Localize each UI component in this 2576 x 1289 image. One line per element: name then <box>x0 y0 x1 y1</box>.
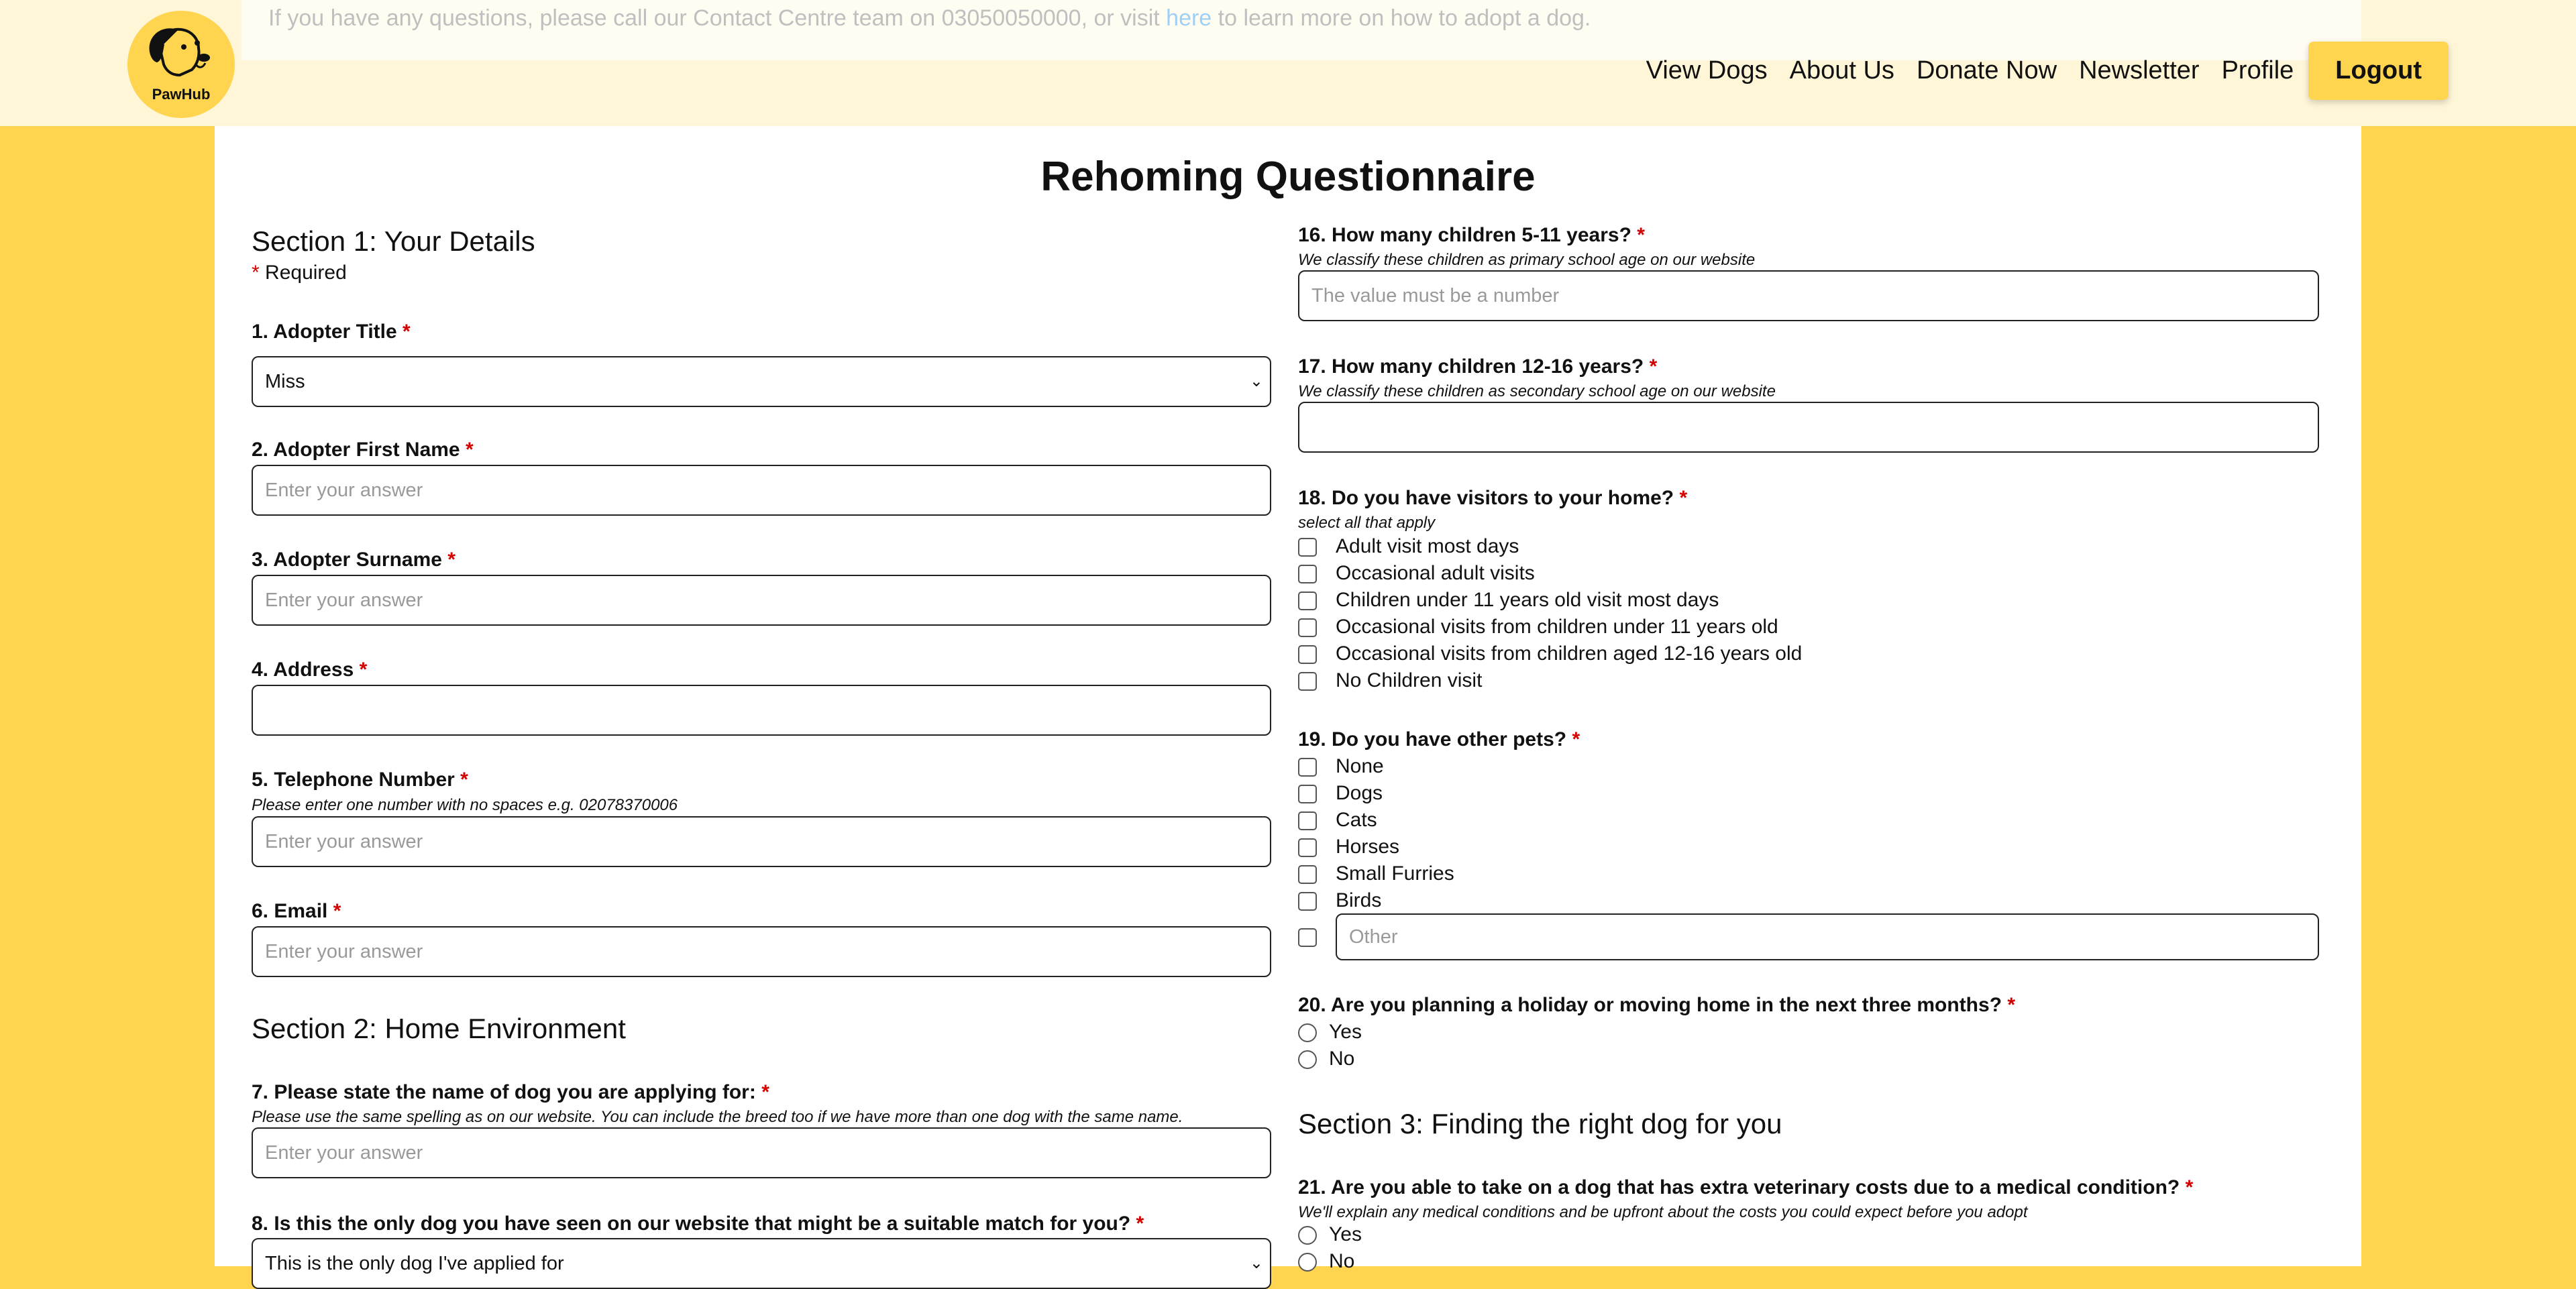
question-label: 2. Adopter First Name * <box>252 439 474 461</box>
checkbox[interactable] <box>1298 838 1317 857</box>
question-label: 3. Adopter Surname * <box>252 549 455 571</box>
radio-button[interactable] <box>1298 1023 1317 1042</box>
dog-logo-icon <box>149 27 210 77</box>
notice-link-here[interactable]: here <box>1166 5 1212 31</box>
children-12-16-input[interactable] <box>1298 402 2319 453</box>
question-label: 5. Telephone Number * <box>252 769 468 791</box>
pawhub-logo[interactable]: PawHub <box>127 11 235 118</box>
main-nav: View Dogs About Us Donate Now Newsletter… <box>1624 42 2449 100</box>
question-label: 6. Email * <box>252 900 341 922</box>
checkbox[interactable] <box>1298 592 1317 610</box>
other-pet-input[interactable]: Other <box>1336 913 2319 960</box>
question-hint: select all that apply <box>1298 514 1436 532</box>
radio-button[interactable] <box>1298 1253 1317 1272</box>
email-input[interactable]: Enter your answer <box>252 926 1271 977</box>
page-title: Rehoming Questionnaire <box>1040 154 1536 200</box>
question-label: 21. Are you able to take on a dog that h… <box>1298 1176 2194 1198</box>
checkbox[interactable] <box>1298 538 1317 557</box>
address-input[interactable] <box>252 685 1271 736</box>
only-dog-select[interactable]: This is the only dog I've applied for ⌄ <box>252 1238 1271 1289</box>
question-label: 16. How many children 5-11 years? * <box>1298 224 1645 246</box>
question-hint: Please use the same spelling as on our w… <box>252 1108 1183 1126</box>
notice-text: If you have any questions, please call o… <box>268 5 1591 31</box>
chevron-down-icon: ⌄ <box>1249 372 1263 390</box>
adopter-title-select[interactable]: Miss ⌄ <box>252 356 1271 407</box>
nav-newsletter[interactable]: Newsletter <box>2079 56 2200 85</box>
question-hint: We classify these children as secondary … <box>1298 382 1776 400</box>
question-hint: We classify these children as primary sc… <box>1298 251 1756 269</box>
surname-input[interactable]: Enter your answer <box>252 575 1271 626</box>
checkbox[interactable] <box>1298 672 1317 691</box>
nav-view-dogs[interactable]: View Dogs <box>1646 56 1768 85</box>
section-1-title: Section 1: Your Details <box>252 225 535 257</box>
question-hint: We'll explain any medical conditions and… <box>1298 1203 2028 1221</box>
section-3-title: Section 3: Finding the right dog for you <box>1298 1108 1782 1139</box>
dog-name-input[interactable]: Enter your answer <box>252 1127 1271 1178</box>
logout-button[interactable]: Logout <box>2308 42 2449 100</box>
chevron-down-icon: ⌄ <box>1249 1254 1263 1272</box>
checkbox[interactable] <box>1298 758 1317 777</box>
question-label: 17. How many children 12-16 years? * <box>1298 355 1658 378</box>
checkbox[interactable] <box>1298 892 1317 911</box>
section-2-title: Section 2: Home Environment <box>252 1013 626 1044</box>
nav-about-us[interactable]: About Us <box>1790 56 1894 85</box>
nav-profile[interactable]: Profile <box>2222 56 2294 85</box>
checkbox[interactable] <box>1298 928 1317 947</box>
radio-button[interactable] <box>1298 1050 1317 1069</box>
question-hint: Please enter one number with no spaces e… <box>252 796 678 814</box>
checkbox[interactable] <box>1298 785 1317 803</box>
children-5-11-input[interactable]: The value must be a number <box>1298 270 2319 321</box>
checkbox[interactable] <box>1298 811 1317 830</box>
question-label: 20. Are you planning a holiday or moving… <box>1298 994 2016 1016</box>
checkbox[interactable] <box>1298 865 1317 884</box>
checkbox[interactable] <box>1298 565 1317 583</box>
question-label: 4. Address * <box>252 659 368 681</box>
checkbox[interactable] <box>1298 618 1317 637</box>
question-label: 1. Adopter Title * <box>252 321 411 343</box>
checkbox[interactable] <box>1298 645 1317 664</box>
telephone-input[interactable]: Enter your answer <box>252 816 1271 867</box>
required-note: * Required <box>252 262 347 284</box>
logo-text: PawHub <box>152 86 211 103</box>
question-label: 19. Do you have other pets? * <box>1298 728 1580 750</box>
radio-button[interactable] <box>1298 1226 1317 1245</box>
question-label: 18. Do you have visitors to your home? * <box>1298 487 1688 509</box>
nav-donate-now[interactable]: Donate Now <box>1917 56 2057 85</box>
question-label: 7. Please state the name of dog you are … <box>252 1081 769 1103</box>
first-name-input[interactable]: Enter your answer <box>252 465 1271 516</box>
question-label: 8. Is this the only dog you have seen on… <box>252 1213 1144 1235</box>
